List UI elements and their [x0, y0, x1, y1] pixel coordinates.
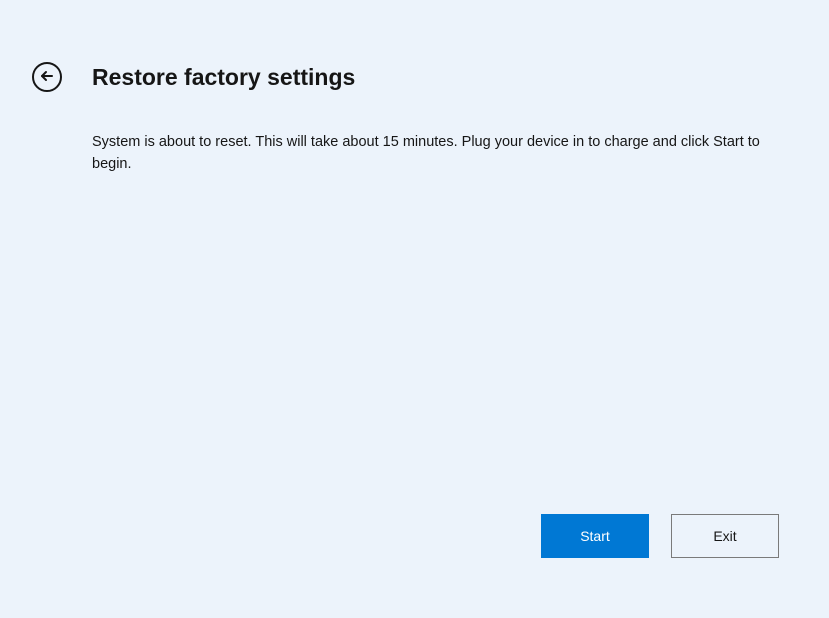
start-button[interactable]: Start	[541, 514, 649, 558]
back-button[interactable]	[32, 62, 62, 92]
arrow-left-icon	[39, 68, 55, 87]
exit-button[interactable]: Exit	[671, 514, 779, 558]
action-button-row: Start Exit	[541, 514, 779, 558]
page-header: Restore factory settings	[0, 0, 829, 92]
reset-description: System is about to reset. This will take…	[0, 92, 829, 176]
page-title: Restore factory settings	[92, 64, 355, 91]
